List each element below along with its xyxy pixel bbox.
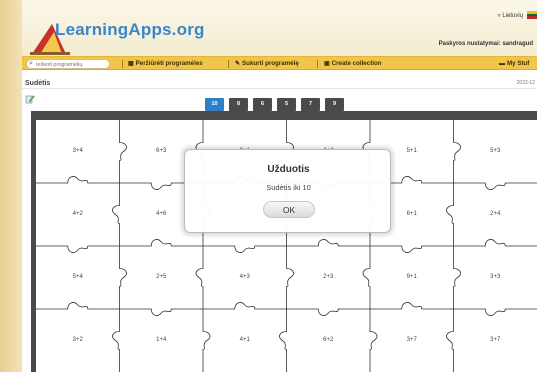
title-row [22,71,537,89]
puzzle-piece[interactable]: 3+7 [392,337,432,343]
grid-icon: ▦ [128,61,134,67]
dialog-title: Užduotis [267,164,310,175]
app-date: 2022-12 [516,80,535,86]
task-dialog: Užduotis Sudėtis iki 10 OK [184,149,391,233]
collection-icon: ▣ [324,61,330,67]
create-app-link[interactable]: ✎ Sukurti programėlę [235,60,299,67]
app-title: Sudėtis [25,80,51,87]
lithuania-flag-icon [527,11,537,19]
site-name[interactable]: LearningApps.org [55,20,205,40]
nav-bar: ⌕ ▦Peržiūrėti programėles ✎Sukurti progr… [22,56,537,70]
app-window: LearningApps.org ▿ Lietuvių Paskyros nus… [22,0,537,372]
language-selector[interactable]: ▿ Lietuvių [498,12,523,19]
search-box: ⌕ [26,59,110,69]
my-apps-link[interactable]: ▬ My Stuf [499,60,529,67]
puzzle-piece[interactable]: 5+1 [392,148,432,154]
tab-9[interactable]: 9 [325,98,344,111]
puzzle-piece[interactable]: 9+1 [392,274,432,280]
edit-app-icon[interactable] [25,94,35,104]
puzzle-piece[interactable]: 2+4 [475,211,515,217]
tab-8[interactable]: 8 [229,98,248,111]
nav-separator [228,60,229,68]
puzzle-piece[interactable]: 5+4 [58,274,98,280]
puzzle-piece[interactable]: 3+4 [58,148,98,154]
puzzle-piece[interactable]: 4+6 [141,211,181,217]
puzzle-piece[interactable]: 6+3 [141,148,181,154]
pencil-icon: ✎ [235,61,241,67]
browse-apps-label: Peržiūrėti programėles [135,60,203,67]
puzzle-piece[interactable]: 5+3 [475,148,515,154]
site-header: LearningApps.org ▿ Lietuvių Paskyros nus… [22,0,537,56]
tab-6[interactable]: 6 [253,98,272,111]
ok-button[interactable]: OK [263,201,315,218]
tab-5[interactable]: 5 [277,98,296,111]
account-settings-link[interactable]: Paskyros nustatymai: sandragud [439,41,533,47]
create-app-label: Sukurti programėlę [242,60,299,67]
puzzle-piece[interactable]: 4+3 [225,274,265,280]
create-collection-link[interactable]: ▣ Create collection [324,60,382,67]
page-background [0,0,22,372]
puzzle-piece[interactable]: 2+3 [308,274,348,280]
puzzle-piece[interactable]: 6+1 [392,211,432,217]
tab-7[interactable]: 7 [301,98,320,111]
puzzle-piece[interactable]: 4+2 [58,211,98,217]
puzzle-piece[interactable]: 3+7 [475,337,515,343]
nav-separator [317,60,318,68]
tab-10[interactable]: 10 [205,98,224,111]
browse-apps-link[interactable]: ▦ Peržiūrėti programėles [128,60,203,67]
search-icon: ⌕ [29,60,33,67]
my-apps-label: My Stuf [507,60,530,67]
puzzle-piece[interactable]: 3+2 [58,337,98,343]
puzzle-piece[interactable]: 2+5 [141,274,181,280]
language-label: Lietuvių [502,13,523,19]
create-collection-label: Create collection [331,60,382,67]
puzzle-piece[interactable]: 1+4 [141,337,181,343]
folder-icon: ▬ [499,61,505,67]
dialog-text: Sudėtis iki 10 [266,183,311,192]
puzzle-piece[interactable]: 3+3 [475,274,515,280]
puzzle-piece[interactable]: 6+2 [308,337,348,343]
puzzle-piece[interactable]: 4+1 [225,337,265,343]
search-input[interactable] [36,61,108,68]
nav-separator [122,60,123,68]
